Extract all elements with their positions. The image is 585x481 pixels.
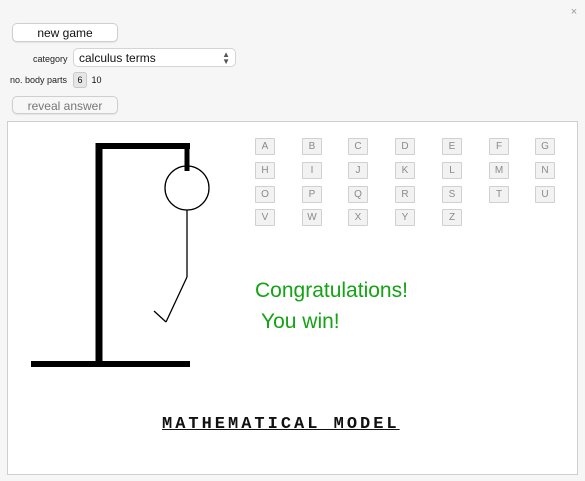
letter-button-z[interactable]: Z: [442, 209, 462, 226]
body-parts-option-10[interactable]: 10: [88, 72, 105, 88]
letter-button-o[interactable]: O: [255, 186, 275, 203]
letter-button-t[interactable]: T: [489, 186, 509, 203]
letter-button-c[interactable]: C: [348, 138, 368, 155]
letter-button-i[interactable]: I: [302, 162, 322, 179]
letter-button-v[interactable]: V: [255, 209, 275, 226]
letter-button-r[interactable]: R: [395, 186, 415, 203]
win-message-line1: Congratulations!: [255, 279, 408, 302]
letter-button-m[interactable]: M: [489, 162, 509, 179]
letter-button-u[interactable]: U: [535, 186, 555, 203]
new-game-button[interactable]: new game: [12, 23, 118, 42]
letter-button-h[interactable]: H: [255, 162, 275, 179]
letter-button-a[interactable]: A: [255, 138, 275, 155]
letter-button-k[interactable]: K: [395, 162, 415, 179]
body-parts-option-6[interactable]: 6: [73, 72, 87, 88]
game-panel: A B C D E F G H I J K L M N O P Q R S T U V W X Y Z Congratulatio…: [7, 121, 578, 475]
category-select[interactable]: calculus terms ▲ ▼: [73, 48, 236, 67]
letter-button-x[interactable]: X: [348, 209, 368, 226]
letter-button-f[interactable]: F: [489, 138, 509, 155]
letter-button-s[interactable]: S: [442, 186, 462, 203]
letter-button-j[interactable]: J: [348, 162, 368, 179]
hangman-foot: [153, 310, 167, 323]
hangman-head: [164, 165, 210, 211]
letter-button-d[interactable]: D: [395, 138, 415, 155]
category-label: category: [33, 54, 68, 64]
win-message-line2: You win!: [261, 310, 340, 333]
letter-button-e[interactable]: E: [442, 138, 462, 155]
letter-button-y[interactable]: Y: [395, 209, 415, 226]
close-icon[interactable]: ×: [568, 6, 580, 18]
reveal-answer-button[interactable]: reveal answer: [12, 96, 118, 114]
letter-button-n[interactable]: N: [535, 162, 555, 179]
letter-button-p[interactable]: P: [302, 186, 322, 203]
letter-button-l[interactable]: L: [442, 162, 462, 179]
body-parts-label: no. body parts: [10, 75, 68, 85]
category-select-value: calculus terms: [79, 51, 156, 65]
answer-word: MATHEMATICAL MODEL: [162, 415, 400, 434]
letter-button-w[interactable]: W: [302, 209, 322, 226]
letter-button-b[interactable]: B: [302, 138, 322, 155]
chevron-updown-icon: ▲ ▼: [222, 50, 230, 66]
letter-button-q[interactable]: Q: [348, 186, 368, 203]
hangman-leg: [165, 276, 188, 323]
letter-button-g[interactable]: G: [535, 138, 555, 155]
